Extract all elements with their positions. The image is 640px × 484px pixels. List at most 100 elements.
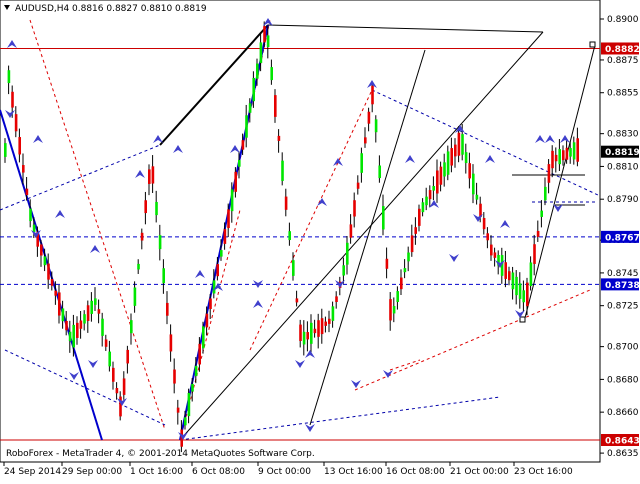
candle-body [436,170,439,194]
symbol-header: AUDUSD,H4 0.8816 0.8827 0.8810 0.8819 [4,4,207,14]
candle-body [562,150,565,161]
candle-body [385,258,389,269]
candle-body [76,322,79,338]
candle-body [104,339,108,347]
candle-body [554,154,558,162]
candle-body [245,115,248,138]
candle-body [270,67,273,81]
date-tick-label: 13 Oct 16:00 [324,467,383,477]
candle-body [544,186,547,201]
candle-body [14,114,18,132]
candle-body [378,165,381,179]
candle-body [522,290,525,303]
candle-body [274,95,277,117]
candle-body [569,148,572,157]
candle-body [342,265,345,276]
price-chart[interactable]: 0.8900 0.8875 0.8855 0.8830 0.8810 0.8790 0.87… [0,0,640,480]
candle-body [115,387,119,394]
price-tag-label: 0.8882 [605,45,640,55]
price-tick-label: 0.8875 [607,56,639,66]
candle-body [238,160,241,167]
candle-body [349,224,353,238]
ohlc-values: 0.8816 0.8827 0.8810 0.8819 [72,4,207,14]
candle-body [292,260,295,276]
candle-body [151,166,155,184]
chart-window[interactable]: 0.8900 0.8875 0.8855 0.8830 0.8810 0.8790 0.87… [0,0,640,480]
price-tick-label: 0.8810 [607,162,639,172]
candle-body [191,383,194,392]
candle-body [58,292,61,316]
candle-body [529,262,533,287]
candle-body [4,143,7,157]
candle-body [396,291,399,302]
candle-body [518,283,522,299]
price-tag-label: 0.8643 [605,437,640,447]
candle-body [241,140,245,150]
candle-body [50,279,54,286]
price-tick-label: 0.8725 [607,302,639,312]
candle-body [306,332,309,340]
candle-body [443,162,446,177]
date-tick-label: 9 Oct 00:00 [258,467,311,477]
candle-body [558,149,561,165]
candle-body [457,132,461,156]
date-tick-label: 6 Oct 08:00 [192,467,245,477]
candle-body [482,217,486,230]
candle-body [353,200,356,217]
candle-body [540,210,543,217]
candle-body [277,135,281,141]
candle-body [454,144,457,157]
candle-body [18,137,21,155]
candle-body [461,134,464,155]
candle-body [126,349,129,364]
candle-body [256,63,259,79]
candle-body [310,322,313,344]
candle-body [425,196,428,206]
candle-body [22,165,25,173]
candle-body [302,331,306,345]
candle-body [450,148,453,166]
candle-body [184,417,187,426]
target-marker [519,316,526,323]
date-tick-label: 21 Oct 00:00 [450,467,509,477]
date-tick-label: 29 Sep 00:00 [62,467,122,477]
candle-body [356,182,360,189]
candle-body [428,190,432,200]
candle-body [335,296,338,303]
candle-body [414,227,417,234]
candle-body [83,314,86,324]
candle-body [259,42,263,63]
candle-body [515,276,518,296]
candle-body [266,35,270,47]
candle-body [547,164,551,183]
candle-body [29,208,32,222]
candle-body [576,138,579,162]
candle-body [223,229,227,244]
candle-body [162,268,165,284]
candle-body [155,201,158,216]
candle-body [328,318,331,324]
candle-body [133,287,137,306]
price-tag-label: 0.8819 [605,148,640,158]
candle-body [130,320,133,334]
candle-body [464,152,468,164]
candle-body [32,224,36,233]
candle-body [320,318,324,335]
candle-body [40,244,43,256]
candle-body [299,324,302,341]
candle-body [119,396,122,417]
date-tick-label: 1 Oct 16:00 [130,467,183,477]
candle-body [446,151,450,175]
candle-body [565,147,569,160]
candle-body [403,268,407,273]
symbol-label: AUDUSD,H4 [15,4,70,14]
candle-body [61,308,65,322]
candle-body [25,188,29,196]
candle-body [572,142,576,160]
candle-body [11,91,14,108]
price-tick-label: 0.8635 [607,449,639,459]
candle-body [331,306,335,321]
date-tick-label: 24 Sep 2014 [4,467,61,477]
candle-body [86,305,90,321]
price-tick-label: 0.8745 [607,269,639,279]
